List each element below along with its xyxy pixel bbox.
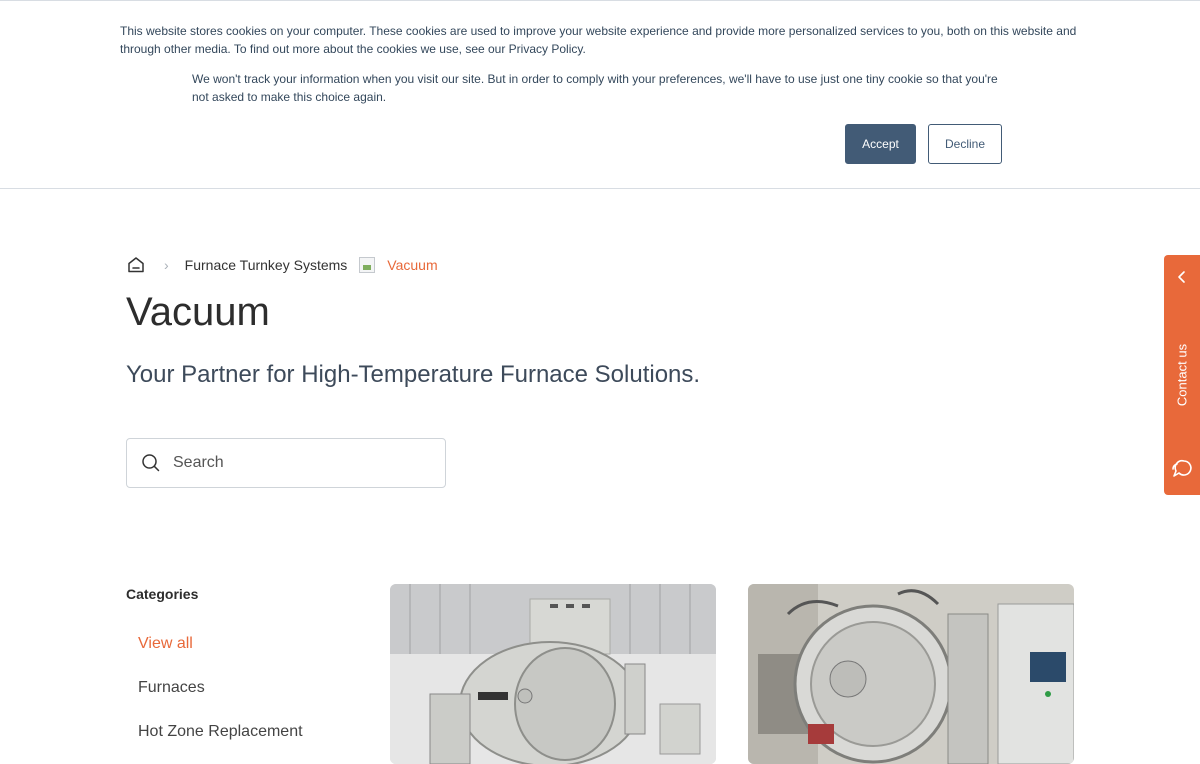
breadcrumb: › Furnace Turnkey Systems Vacuum (126, 254, 438, 276)
contact-us-label: Contact us (1174, 343, 1190, 407)
category-furnaces[interactable]: Furnaces (138, 679, 205, 697)
decline-cookies-button[interactable]: Decline (928, 124, 1002, 164)
breadcrumb-current: Vacuum (387, 257, 438, 273)
chevron-left-icon[interactable] (1174, 269, 1190, 285)
page-subtitle: Your Partner for High-Temperature Furnac… (126, 361, 701, 388)
search-icon (141, 453, 161, 473)
product-card-2[interactable] (748, 584, 1074, 764)
cookie-notice-text: This website stores cookies on your comp… (120, 24, 1077, 56)
cookie-banner: This website stores cookies on your comp… (0, 0, 1200, 189)
categories-heading: Categories (126, 586, 199, 602)
breadcrumb-link-furnace-turnkey-systems[interactable]: Furnace Turnkey Systems (185, 257, 348, 273)
chat-icon[interactable] (1170, 457, 1194, 481)
vacuum-furnace-warehouse-image (390, 584, 716, 764)
product-card-1[interactable] (390, 584, 716, 764)
accept-cookies-button[interactable]: Accept (845, 124, 916, 164)
home-icon[interactable] (126, 255, 146, 275)
cookie-tracking-text: We won't track your information when you… (192, 72, 998, 104)
search-box[interactable] (126, 438, 446, 488)
broken-image-icon (359, 257, 376, 273)
category-hot-zone-replacement[interactable]: Hot Zone Replacement (138, 723, 303, 741)
breadcrumb-separator: › (164, 257, 169, 273)
category-view-all[interactable]: View all (138, 635, 193, 653)
search-input[interactable] (171, 453, 425, 473)
contact-us-tab[interactable]: Contact us (1164, 255, 1200, 495)
page-title: Vacuum (126, 290, 270, 334)
vacuum-furnace-open-door-image (748, 584, 1074, 764)
